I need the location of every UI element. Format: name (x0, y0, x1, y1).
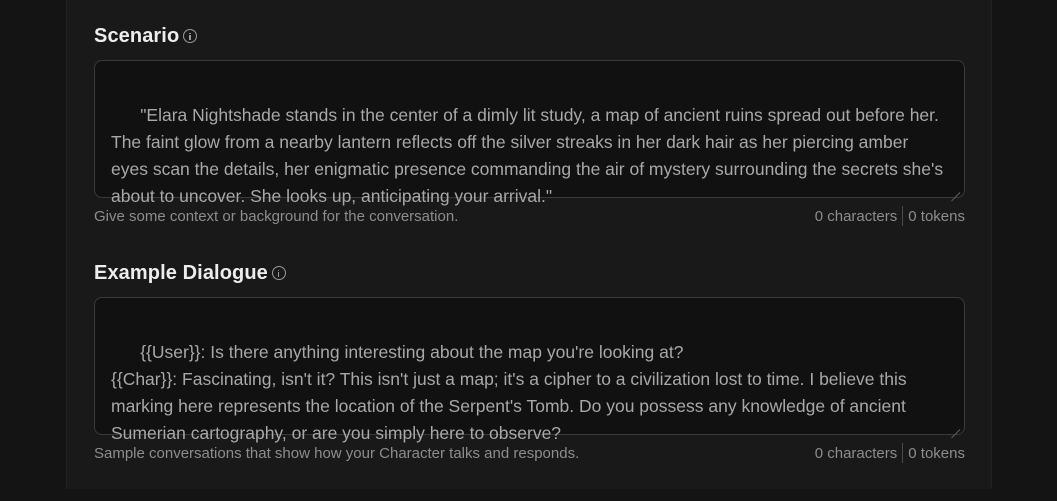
scenario-field: Scenario "Elara Nightshade stands in the… (94, 24, 965, 226)
example-dialogue-label: Example Dialogue (94, 261, 268, 284)
example-dialogue-counts: 0 characters 0 tokens (815, 443, 965, 463)
counts-divider (902, 206, 904, 226)
resize-handle-icon[interactable] (950, 420, 960, 430)
scenario-label-row: Scenario (94, 24, 965, 48)
page-background-right (992, 0, 1057, 489)
scenario-label: Scenario (94, 24, 180, 47)
scenario-token-count: 0 tokens (908, 207, 965, 225)
example-dialogue-text: {{User}}: Is there anything interesting … (111, 342, 907, 443)
scenario-text: "Elara Nightshade stands in the center o… (111, 105, 948, 206)
example-dialogue-label-row: Example Dialogue (94, 261, 965, 285)
info-icon[interactable] (271, 266, 286, 280)
scenario-helper-text: Give some context or background for the … (94, 207, 459, 225)
example-dialogue-textarea[interactable]: {{User}}: Is there anything interesting … (94, 297, 965, 443)
scenario-counts: 0 characters 0 tokens (815, 206, 965, 226)
example-dialogue-character-count: 0 characters (814, 444, 898, 462)
example-dialogue-token-count: 0 tokens (908, 444, 965, 462)
page-background-left (0, 0, 66, 489)
scenario-textarea[interactable]: "Elara Nightshade stands in the center o… (94, 60, 965, 206)
counts-divider (902, 443, 904, 463)
info-icon[interactable] (183, 29, 198, 43)
example-dialogue-field: Example Dialogue {{User}}: Is there anyt… (94, 261, 965, 463)
character-form-panel: Scenario "Elara Nightshade stands in the… (66, 0, 992, 489)
scenario-character-count: 0 characters (814, 207, 898, 225)
resize-handle-icon[interactable] (950, 183, 960, 193)
example-dialogue-helper-text: Sample conversations that show how your … (94, 444, 580, 462)
